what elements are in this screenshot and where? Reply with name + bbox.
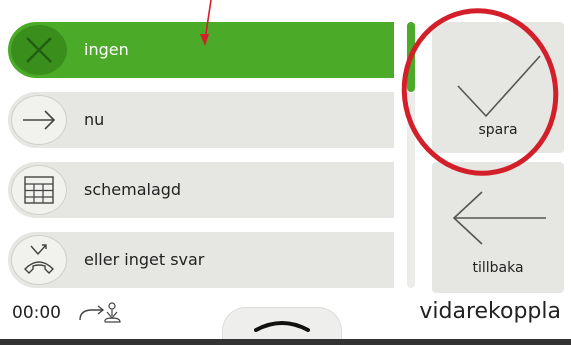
back-button[interactable]: tillbaka <box>432 162 564 293</box>
option-label: eller inget svar <box>84 250 205 269</box>
page-title: vidarekoppla <box>419 299 561 324</box>
option-label: schemalagd <box>84 180 182 199</box>
x-icon <box>11 25 67 75</box>
chevron-up-icon <box>254 320 310 332</box>
arrow-right-icon <box>11 95 67 145</box>
option-label: nu <box>84 110 105 129</box>
option-label: ingen <box>84 40 129 59</box>
arrow-left-icon <box>452 191 546 245</box>
expand-tab[interactable] <box>222 307 342 341</box>
calendar-icon <box>11 165 67 215</box>
save-label: spara <box>478 122 518 138</box>
option-ingen[interactable]: ingen <box>8 22 394 78</box>
option-nu[interactable]: nu <box>8 92 394 148</box>
call-forward-icon <box>79 302 121 323</box>
status-time: 00:00 <box>12 303 61 323</box>
checkmark-icon <box>457 55 541 118</box>
missed-call-icon <box>11 235 67 285</box>
option-eller-inget-svar[interactable]: eller inget svar <box>8 232 394 288</box>
save-button[interactable]: spara <box>432 22 564 153</box>
scrollbar-thumb[interactable] <box>407 22 415 92</box>
option-schemalagd[interactable]: schemalagd <box>8 162 394 218</box>
bottom-edge-bar <box>0 339 571 345</box>
back-label: tillbaka <box>472 260 524 276</box>
